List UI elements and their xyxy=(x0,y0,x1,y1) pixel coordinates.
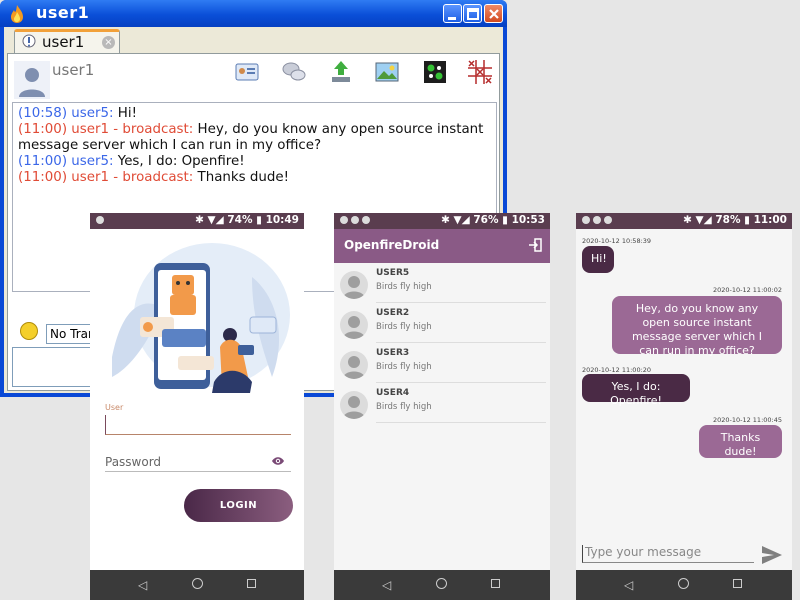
nav-recents-button[interactable] xyxy=(733,579,742,588)
nav-home-button[interactable] xyxy=(436,578,447,589)
message-timestamp: 2020-10-12 11:00:02 xyxy=(712,286,782,294)
app-bar: OpenfireDroid xyxy=(334,229,550,263)
smiley-icon[interactable] xyxy=(20,322,38,340)
message-input[interactable]: Type your message xyxy=(582,545,754,563)
contact-status: Birds fly high xyxy=(376,362,432,372)
status-bar: ✱ ▼◢ 78% ▮ 11:00 xyxy=(576,213,792,229)
nav-back-button[interactable]: ◁ xyxy=(138,578,147,592)
nav-home-button[interactable] xyxy=(192,578,203,589)
password-input[interactable] xyxy=(105,471,291,472)
divider xyxy=(376,302,546,303)
chat-tab-icon xyxy=(22,34,36,48)
message-timestamp: 2020-10-12 11:00:20 xyxy=(582,366,652,374)
minimize-icon xyxy=(448,17,456,20)
notification-icon xyxy=(582,216,590,224)
contact-item[interactable]: USER5 Birds fly high xyxy=(334,265,550,305)
status-time: 10:53 xyxy=(511,214,545,226)
message-bubble-outgoing: Hey, do you know any open source instant… xyxy=(612,296,782,357)
nav-recents-button[interactable] xyxy=(247,579,256,588)
nav-back-button[interactable]: ◁ xyxy=(624,578,633,592)
tictactoe-icon[interactable] xyxy=(467,59,493,85)
status-bar: ✱ ▼◢ 76% ▮ 10:53 xyxy=(334,213,550,229)
transfer-icon[interactable] xyxy=(328,59,354,85)
tab-user1[interactable]: user1 × xyxy=(14,29,120,53)
close-button[interactable] xyxy=(484,4,503,23)
divider xyxy=(376,422,546,423)
transcript-message: (11:00) user1 - broadcast: Thanks dude! xyxy=(18,170,289,185)
window-title: user1 xyxy=(36,3,90,22)
divider xyxy=(376,382,546,383)
status-bar: ✱ ▼◢ 74% ▮ 10:49 xyxy=(90,213,304,229)
notification-icon xyxy=(362,216,370,224)
message-bubble-outgoing: Thanks dude! xyxy=(699,425,782,458)
login-illustration xyxy=(112,243,290,393)
maximize-button[interactable] xyxy=(463,4,482,23)
user-field-label: User xyxy=(105,403,124,412)
contact-name: USER5 xyxy=(376,268,410,278)
message-timestamp: 2020-10-12 10:58:39 xyxy=(582,237,652,245)
tab-label: user1 xyxy=(42,33,85,51)
minimize-button[interactable] xyxy=(443,4,462,23)
desktop-message-input[interactable] xyxy=(12,347,92,387)
message-bubble-incoming: Yes, I do: Openfire! xyxy=(582,374,690,407)
contact-status: Birds fly high xyxy=(376,282,432,292)
contact-name: USER4 xyxy=(376,388,410,398)
avatar xyxy=(340,351,368,379)
chat-bubbles-icon[interactable] xyxy=(281,59,307,85)
nav-recents-button[interactable] xyxy=(491,579,500,588)
android-navbar: ◁ xyxy=(334,570,550,600)
exit-icon[interactable] xyxy=(528,238,542,252)
transcript-message: (11:00) user1 - broadcast: Hey, do you k… xyxy=(18,122,484,153)
maximize-icon xyxy=(467,8,479,20)
login-button[interactable]: LOGIN xyxy=(184,489,293,522)
chat-phone-screen: ✱ ▼◢ 78% ▮ 11:00 2020-10-12 10:58:39 Hi!… xyxy=(576,213,792,600)
picture-icon[interactable] xyxy=(374,59,400,85)
battery-level: 78% xyxy=(715,214,741,226)
contact-item[interactable]: USER3 Birds fly high xyxy=(334,345,550,385)
avatar-icon xyxy=(14,61,50,99)
contact-status: Birds fly high xyxy=(376,322,432,332)
notification-icon xyxy=(351,216,359,224)
notification-icon xyxy=(340,216,348,224)
battery-level: 76% xyxy=(473,214,499,226)
username-input[interactable] xyxy=(105,415,291,435)
send-icon[interactable] xyxy=(762,546,782,564)
message-bubble-incoming: Hi! xyxy=(582,246,614,273)
contact-item[interactable]: USER2 Birds fly high xyxy=(334,305,550,345)
contacts-phone-screen: ✱ ▼◢ 76% ▮ 10:53 OpenfireDroid USER5 Bir… xyxy=(334,213,550,600)
status-time: 10:49 xyxy=(265,214,299,226)
divider xyxy=(376,342,546,343)
android-navbar: ◁ xyxy=(576,570,792,600)
app-title: OpenfireDroid xyxy=(344,238,440,252)
contact-name: USER2 xyxy=(376,308,410,318)
window-titlebar[interactable]: user1 xyxy=(0,0,507,27)
eye-icon[interactable] xyxy=(271,456,285,466)
battery-level: 74% xyxy=(227,214,253,226)
login-phone-screen: ✱ ▼◢ 74% ▮ 10:49 User Password LOGIN ◁ xyxy=(90,213,304,600)
avatar xyxy=(340,271,368,299)
transcript-message: (10:58) user5: Hi! xyxy=(18,106,137,121)
nav-home-button[interactable] xyxy=(678,578,689,589)
password-field-hint: Password xyxy=(105,455,162,469)
notification-icon xyxy=(593,216,601,224)
message-timestamp: 2020-10-12 11:00:45 xyxy=(712,416,782,424)
notification-icon xyxy=(604,216,612,224)
game-icon[interactable] xyxy=(422,59,448,85)
compose-bar: Type your message xyxy=(576,539,792,570)
transcript-message: (11:00) user5: Yes, I do: Openfire! xyxy=(18,154,245,169)
nav-back-button[interactable]: ◁ xyxy=(382,578,391,592)
contact-name: USER3 xyxy=(376,348,410,358)
avatar xyxy=(340,311,368,339)
tab-close-button[interactable]: × xyxy=(102,36,115,49)
close-icon xyxy=(489,9,499,19)
flame-icon xyxy=(11,5,23,23)
contact-status: Birds fly high xyxy=(376,402,432,412)
avatar xyxy=(340,391,368,419)
vcard-icon[interactable] xyxy=(234,59,260,85)
android-navbar: ◁ xyxy=(90,570,304,600)
contact-item[interactable]: USER4 Birds fly high xyxy=(334,385,550,425)
status-time: 11:00 xyxy=(753,214,787,226)
notification-icon xyxy=(96,216,104,224)
chat-username: user1 xyxy=(52,61,95,79)
